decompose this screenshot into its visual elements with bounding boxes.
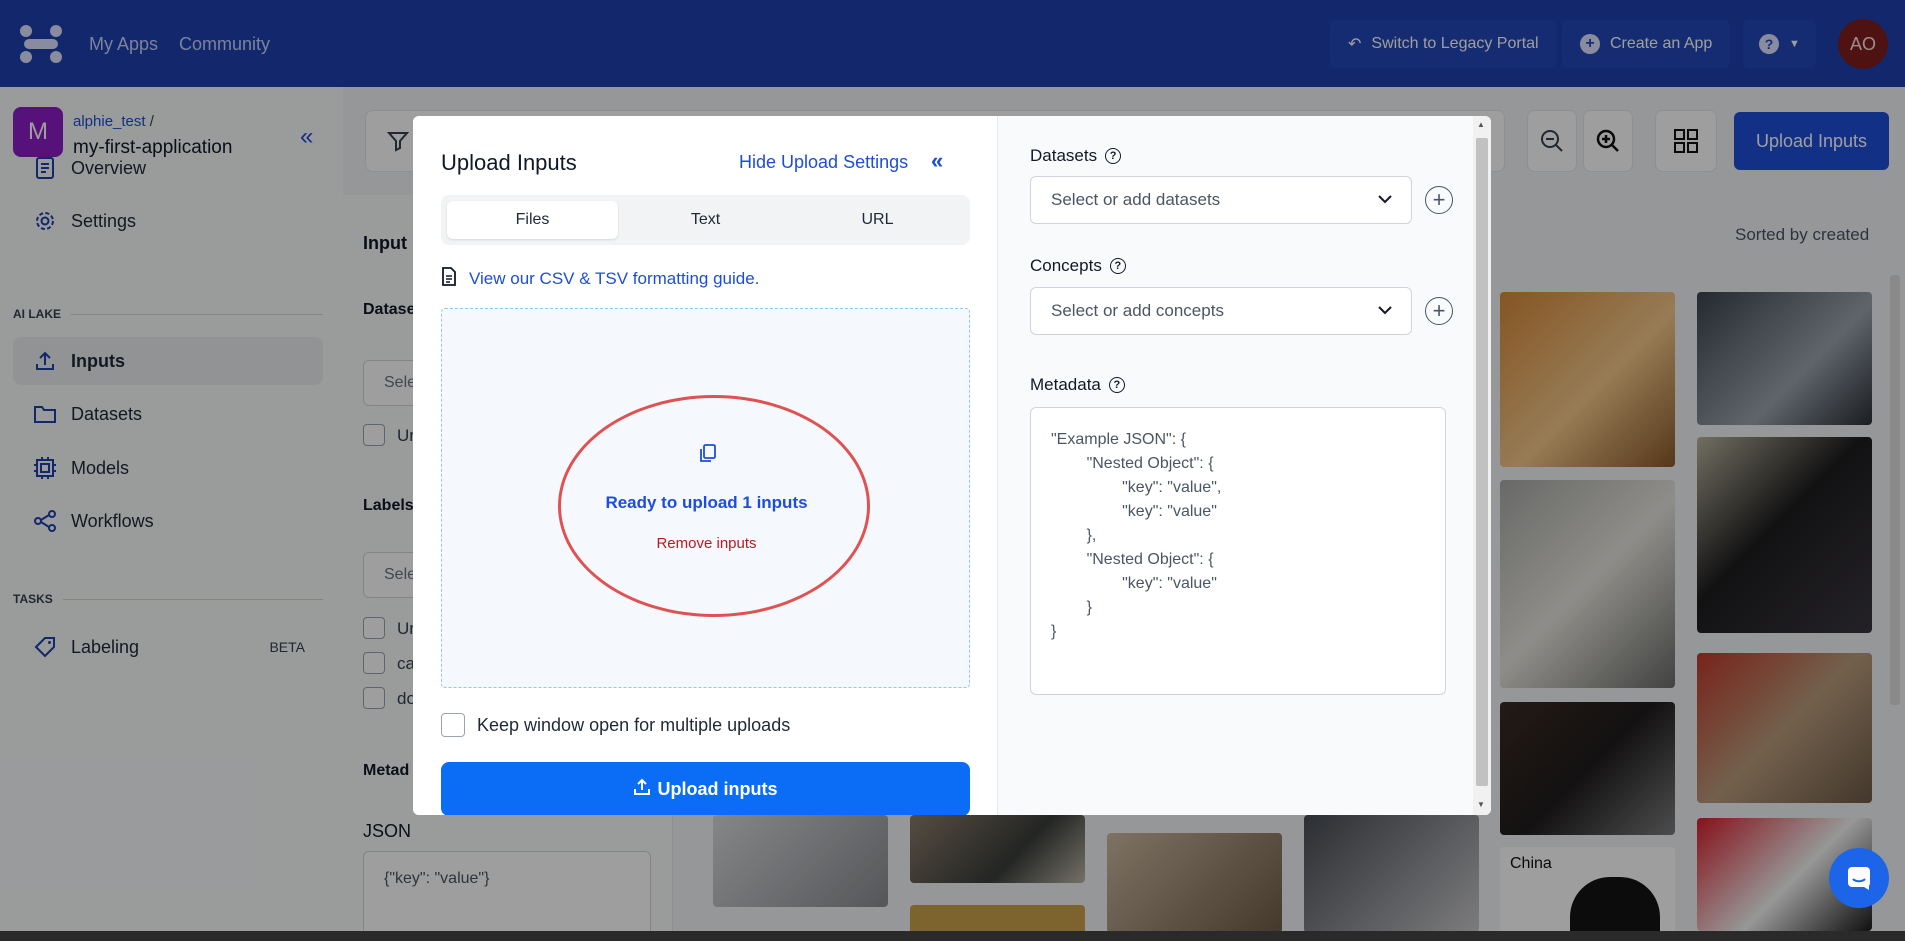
concepts-label: Concepts ? [1030,256,1126,276]
chat-support-button[interactable] [1829,848,1889,908]
csv-guide-link[interactable]: View our CSV & TSV formatting guide. [441,267,759,291]
chevron-down-icon [1378,195,1392,204]
concepts-select[interactable]: Select or add concepts [1030,287,1412,335]
add-dataset-button[interactable]: + [1425,186,1453,214]
page-scrollbar[interactable] [1890,275,1900,705]
upload-panel: Upload Inputs Hide Upload Settings « Fil… [413,116,998,815]
keep-window-open-row[interactable]: Keep window open for multiple uploads [441,713,790,737]
upload-type-tabs: Files Text URL [441,195,970,245]
modal-title: Upload Inputs [441,150,577,175]
scroll-down-icon[interactable]: ▼ [1477,800,1485,809]
chevron-down-icon [1378,306,1392,315]
help-icon[interactable]: ? [1105,148,1122,164]
tab-files[interactable]: Files [447,201,618,239]
datasets-select[interactable]: Select or add datasets [1030,176,1412,224]
add-concept-button[interactable]: + [1425,297,1453,325]
tab-text[interactable]: Text [620,201,791,239]
help-icon[interactable]: ? [1109,258,1126,274]
hide-upload-settings-link[interactable]: Hide Upload Settings [739,152,908,173]
upload-icon [633,778,650,801]
upload-inputs-modal: Upload Inputs Hide Upload Settings « Fil… [413,116,1491,815]
taskbar-edge [0,931,1905,941]
modal-scroll-thumb[interactable] [1476,138,1488,786]
scroll-up-icon[interactable]: ▲ [1477,120,1485,129]
help-icon[interactable]: ? [1108,377,1125,393]
upload-settings-panel: Datasets ? Select or add datasets + Conc… [998,116,1491,815]
double-chevron-left-icon[interactable]: « [931,148,943,174]
chat-icon [1848,867,1870,890]
metadata-label: Metadata ? [1030,375,1125,395]
annotation-highlight-ellipse [558,395,870,617]
file-dropzone[interactable]: Ready to upload 1 inputs Remove inputs [441,308,970,688]
datasets-label: Datasets ? [1030,146,1122,166]
modal-scrollbar[interactable]: ▲ ▼ [1473,116,1491,815]
metadata-json-textarea[interactable]: "Example JSON": { "Nested Object": { "ke… [1030,407,1446,695]
upload-inputs-button[interactable]: Upload inputs [441,762,970,815]
keep-window-open-checkbox[interactable] [441,713,465,737]
document-icon [441,267,457,291]
tab-url[interactable]: URL [792,201,963,239]
